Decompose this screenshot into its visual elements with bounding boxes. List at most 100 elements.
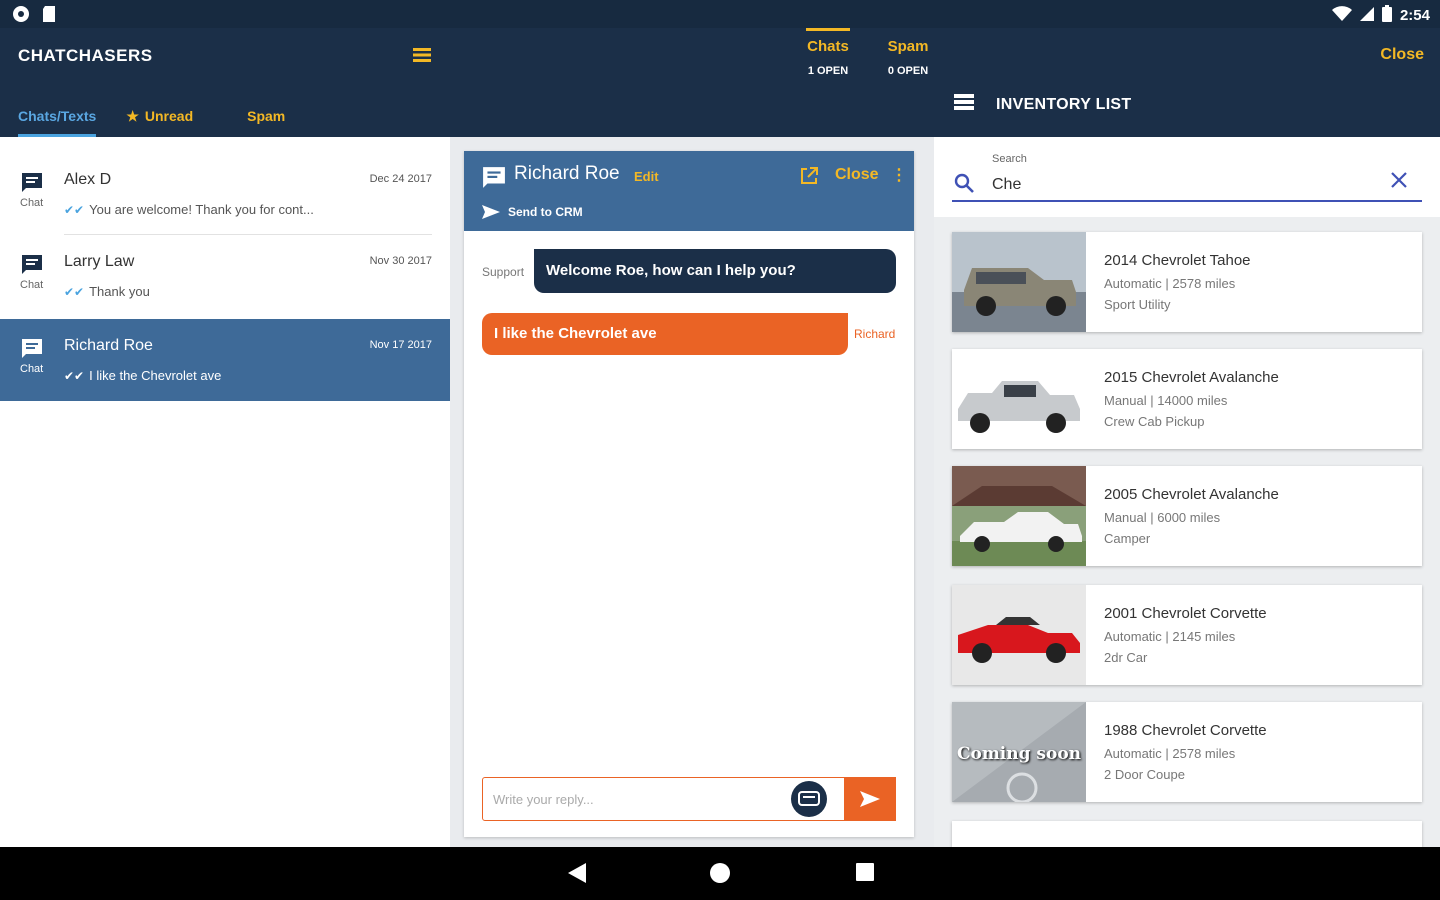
close-conversation-button[interactable]: Close xyxy=(835,166,879,184)
chat-date: Nov 17 2017 xyxy=(369,339,432,351)
chats-counter[interactable]: Chats 1 OPEN xyxy=(806,28,850,88)
star-icon: ★ xyxy=(126,108,139,124)
chat-icon xyxy=(20,338,44,365)
reply-box xyxy=(482,777,896,821)
vehicle-spec: Manual | 6000 miles xyxy=(1104,510,1221,525)
vehicle-spec: Automatic | 2578 miles xyxy=(1104,746,1236,761)
send-icon xyxy=(860,791,880,807)
conversation-contact-name: Richard Roe xyxy=(514,163,620,184)
vehicle-title: 1988 Chevrolet Corvette xyxy=(1104,722,1267,739)
chat-icon xyxy=(20,172,44,199)
search-underline xyxy=(952,200,1422,202)
vehicle-thumbnail xyxy=(952,232,1086,332)
inventory-pane: Search 2014 Chevrolet Tahoe Automatic | … xyxy=(934,137,1440,847)
last-message-text: Thank you xyxy=(89,284,150,299)
chat-icon xyxy=(20,254,44,281)
menu-icon[interactable] xyxy=(413,48,431,62)
tab-chats-texts[interactable]: Chats/Texts xyxy=(18,98,97,137)
search-input[interactable] xyxy=(992,173,1372,197)
system-navigation-bar xyxy=(0,847,1440,900)
contact-name: Larry Law xyxy=(64,253,135,270)
home-icon[interactable] xyxy=(710,863,730,888)
chats-counter-sub: 1 OPEN xyxy=(807,65,849,77)
spam-counter-label: Spam xyxy=(887,38,929,55)
vehicle-spec: Automatic | 2578 miles xyxy=(1104,276,1236,291)
outgoing-message-bubble: I like the Chevrolet ave xyxy=(482,313,848,355)
chat-list-item[interactable]: Chat Larry Law Nov 30 2017 ✔✔ Thank you xyxy=(0,235,450,317)
spam-counter-sub: 0 OPEN xyxy=(887,65,929,77)
inventory-header: INVENTORY LIST xyxy=(954,94,1131,115)
vehicle-thumbnail-placeholder: Coming soon xyxy=(952,702,1086,802)
more-options-icon[interactable]: ⋮ xyxy=(891,165,907,185)
vehicle-title: 2005 Chevrolet Avalanche xyxy=(1104,486,1279,503)
vehicle-thumbnail xyxy=(952,349,1086,449)
edit-button[interactable]: Edit xyxy=(634,169,659,184)
incoming-message-bubble: Welcome Roe, how can I help you? xyxy=(534,249,896,293)
clock-time: 2:54 xyxy=(1399,7,1430,24)
tab-spam[interactable]: Spam xyxy=(247,98,285,137)
coming-soon-label: Coming soon xyxy=(956,744,1082,764)
chats-counter-label: Chats xyxy=(807,38,849,55)
status-bar: 2:54 xyxy=(0,0,1440,28)
send-button[interactable] xyxy=(844,777,896,821)
clear-search-icon[interactable] xyxy=(1390,171,1408,194)
message-sender: Support xyxy=(482,265,525,279)
last-message: ✔✔ Thank you xyxy=(64,284,150,299)
inventory-card-partial[interactable] xyxy=(952,821,1422,847)
chat-date: Nov 30 2017 xyxy=(369,255,432,267)
vehicle-type: Crew Cab Pickup xyxy=(1104,414,1205,429)
app-bar: CHATCHASERS Chats/Texts ★ Unread Spam Cha… xyxy=(0,28,1440,137)
chat-date: Dec 24 2017 xyxy=(369,173,432,185)
vehicle-thumbnail xyxy=(952,585,1086,685)
template-button[interactable] xyxy=(791,781,827,817)
inventory-card[interactable]: 2014 Chevrolet Tahoe Automatic | 2578 mi… xyxy=(952,232,1422,332)
open-external-icon[interactable] xyxy=(799,166,819,191)
double-check-icon: ✔✔ xyxy=(64,284,85,299)
double-check-icon: ✔✔ xyxy=(64,368,85,383)
inventory-card[interactable]: 2005 Chevrolet Avalanche Manual | 6000 m… xyxy=(952,466,1422,566)
send-icon xyxy=(482,205,500,219)
conversation-card: Richard Roe Edit Close ⋮ Send to CRM Sup… xyxy=(464,151,914,837)
vehicle-spec: Manual | 14000 miles xyxy=(1104,393,1228,408)
back-icon[interactable] xyxy=(568,863,586,888)
chat-tabs: Chats/Texts ★ Unread Spam xyxy=(0,98,285,137)
contact-name: Alex D xyxy=(64,171,112,188)
inventory-title: INVENTORY LIST xyxy=(996,95,1132,113)
inventory-search: Search xyxy=(934,137,1440,217)
inventory-card[interactable]: 2015 Chevrolet Avalanche Manual | 14000 … xyxy=(952,349,1422,449)
chat-list: Chat Alex D Dec 24 2017 ✔✔ You are welcom… xyxy=(0,137,450,847)
vehicle-type: Sport Utility xyxy=(1104,297,1171,312)
vehicle-title: 2014 Chevrolet Tahoe xyxy=(1104,252,1251,269)
search-icon xyxy=(954,173,974,198)
vehicle-title: 2001 Chevrolet Corvette xyxy=(1104,605,1267,622)
inventory-card[interactable]: 2001 Chevrolet Corvette Automatic | 2145… xyxy=(952,585,1422,685)
send-to-crm-button[interactable]: Send to CRM xyxy=(482,205,583,219)
close-inventory-button[interactable]: Close xyxy=(1380,46,1424,64)
reply-input[interactable] xyxy=(493,788,773,810)
chat-type-label: Chat xyxy=(20,363,44,375)
search-label: Search xyxy=(992,153,1027,165)
vehicle-type: Camper xyxy=(1104,531,1151,546)
spam-counter[interactable]: Spam 0 OPEN xyxy=(886,28,930,88)
vehicle-title: 2015 Chevrolet Avalanche xyxy=(1104,369,1279,386)
list-icon xyxy=(954,94,974,115)
vehicle-type: 2 Door Coupe xyxy=(1104,767,1185,782)
contact-name: Richard Roe xyxy=(64,337,153,354)
vehicle-type: 2dr Car xyxy=(1104,650,1148,665)
vehicle-thumbnail xyxy=(952,466,1086,566)
sd-card-icon xyxy=(42,5,56,28)
signal-icon xyxy=(1359,6,1374,25)
chat-list-item-selected[interactable]: Chat Richard Roe Nov 17 2017 ✔✔ I like th… xyxy=(0,319,450,401)
wifi-icon xyxy=(1331,5,1352,26)
chat-list-item[interactable]: Chat Alex D Dec 24 2017 ✔✔ You are welcom… xyxy=(0,153,450,235)
recents-icon[interactable] xyxy=(856,863,874,886)
tab-unread[interactable]: ★ Unread xyxy=(126,98,193,137)
counters: Chats 1 OPEN Spam 0 OPEN xyxy=(806,28,930,88)
circle-notification-icon xyxy=(12,5,30,28)
last-message-text: You are welcome! Thank you for cont... xyxy=(89,202,314,217)
message-template-icon xyxy=(798,791,820,806)
battery-icon xyxy=(1381,5,1392,26)
tab-unread-label: Unread xyxy=(144,108,194,124)
inventory-card[interactable]: Coming soon 1988 Chevrolet Corvette Auto… xyxy=(952,702,1422,802)
conversation-area: Richard Roe Edit Close ⋮ Send to CRM Sup… xyxy=(450,137,934,847)
